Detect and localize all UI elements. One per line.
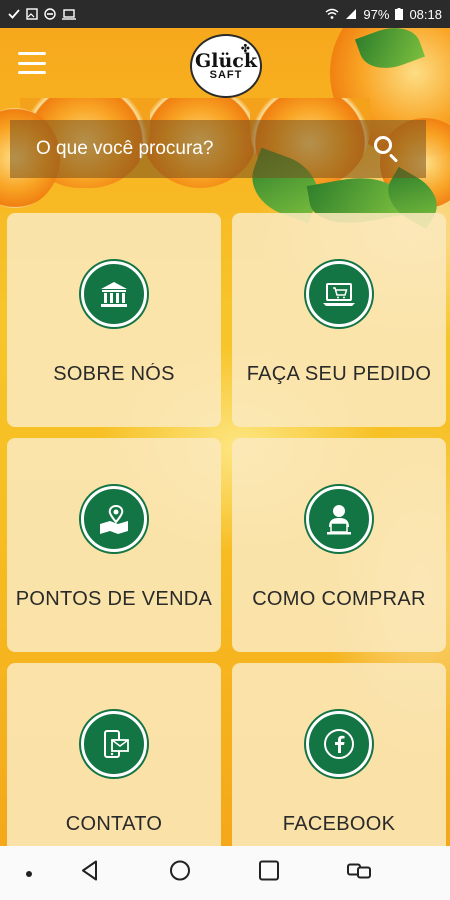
tile-faca-seu-pedido[interactable]: FAÇA SEU PEDIDO: [232, 213, 446, 427]
tile-label: FAÇA SEU PEDIDO: [246, 363, 432, 385]
nav-dot-indicator: [26, 864, 32, 882]
tile-facebook[interactable]: FACEBOOK: [232, 663, 446, 877]
tile-como-comprar[interactable]: COMO COMPRAR: [232, 438, 446, 652]
tile-sobre-nos[interactable]: SOBRE NÓS: [7, 213, 221, 427]
phone-mail-icon: [81, 711, 147, 777]
home-icon: [170, 860, 190, 881]
switch-windows-icon: [347, 863, 371, 879]
person-computer-icon: [306, 486, 372, 552]
recents-icon: [259, 860, 279, 881]
tile-label: COMO COMPRAR: [252, 588, 426, 610]
facebook-icon: [306, 711, 372, 777]
tile-label: FACEBOOK: [282, 813, 396, 835]
back-icon: [82, 860, 97, 881]
menu-grid: SOBRE NÓS FAÇA SEU PEDIDO PONTOS DE VEND…: [0, 0, 450, 900]
screen-switch-button[interactable]: [346, 862, 372, 885]
recents-button[interactable]: [258, 860, 280, 887]
tile-label: CONTATO: [65, 813, 163, 835]
tile-label: SOBRE NÓS: [53, 363, 175, 385]
system-navigation-bar: [0, 846, 450, 900]
tile-label: PONTOS DE VENDA: [15, 588, 213, 610]
tile-pontos-de-venda[interactable]: PONTOS DE VENDA: [7, 438, 221, 652]
bank-icon: [81, 261, 147, 327]
laptop-cart-icon: [306, 261, 372, 327]
tile-contato[interactable]: CONTATO: [7, 663, 221, 877]
map-pin-icon: [81, 486, 147, 552]
back-button[interactable]: [79, 860, 101, 887]
home-button[interactable]: [169, 860, 191, 887]
